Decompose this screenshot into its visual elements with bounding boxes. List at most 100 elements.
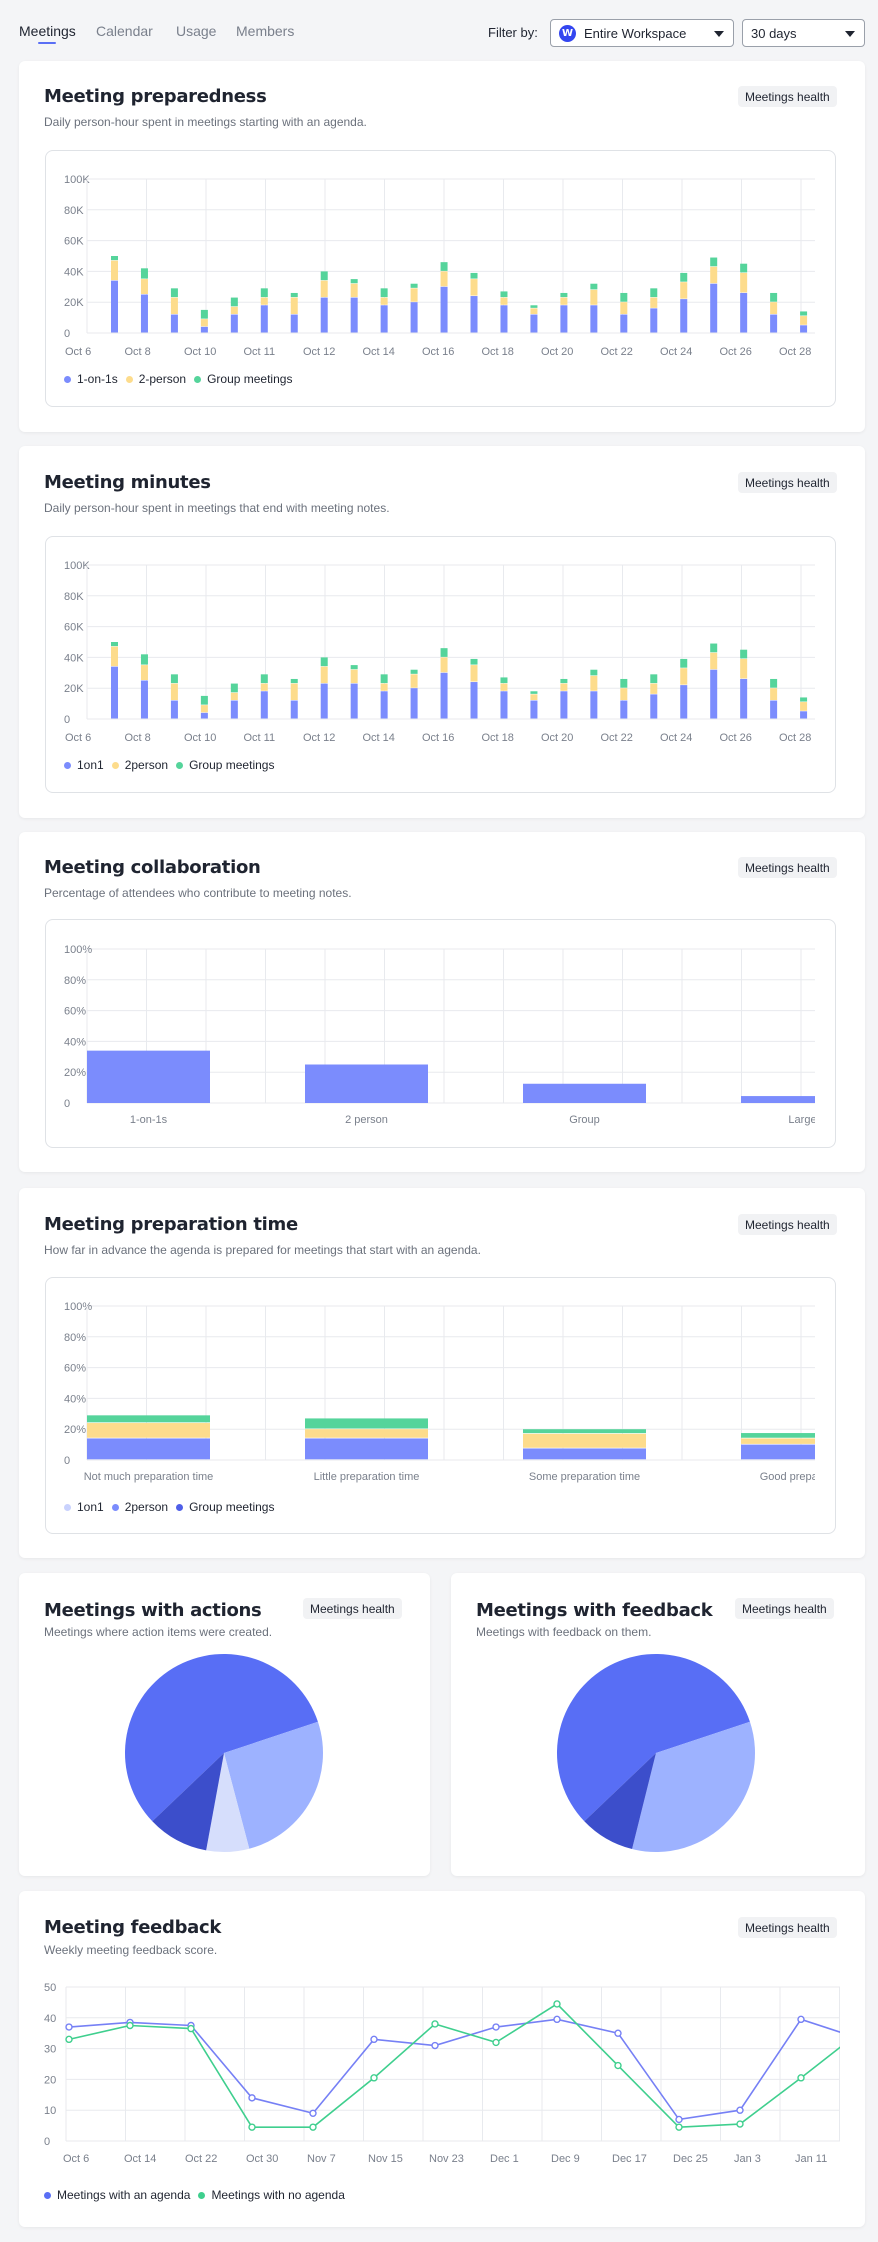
tab-usage[interactable]: Usage [176,23,216,39]
bar-segment [320,280,328,298]
legend-dot [64,761,71,769]
y-tick-label: 20% [64,1067,86,1079]
x-category-label: 1-on-1s [130,1114,168,1126]
legend-item: 2person [111,1500,168,1514]
x-tick-label: Dec 25 [673,2153,708,2165]
meetings-health-badge[interactable]: Meetings health [738,857,837,878]
bar-segment [350,665,358,670]
tab-members[interactable]: Members [236,23,294,39]
legend-label: 1-on-1s [77,372,118,386]
bar-segment [350,683,358,719]
x-tick-label: Oct 26 [720,732,752,744]
y-tick-label: 0 [64,1455,70,1467]
bar-segment [710,266,718,284]
bar-segment [380,683,388,691]
bar-segment [590,669,598,676]
chart-preparedness: 0 20K 40K 60K 80K 100K Oct 6 Oct 8 Oct 10 Oct 11 O… [64,174,815,358]
bar-segment [500,691,508,719]
workspace-icon: W [559,24,576,42]
data-point [309,2123,317,2131]
bar-segment [650,674,658,684]
meetings-health-badge[interactable]: Meetings health [738,1917,837,1938]
legend-item: 2-person [125,372,186,386]
x-tick-label: Oct 30 [246,2153,278,2165]
chart-collaboration: 0 20% 40% 60% 80% 100% 1-on-1s 2 person Group Lar… [64,944,815,1126]
legend-label: 2person [124,758,169,772]
pie-actions [125,1654,323,1852]
data-point [65,2023,73,2031]
workspace-select[interactable]: W Entire Workspace [550,19,734,47]
meetings-health-badge[interactable]: Meetings health [303,1598,402,1619]
y-tick-label: 20K [64,297,84,309]
data-point [248,2094,256,2102]
legend-dot [125,375,133,383]
x-tick-label: Oct 6 [63,2153,89,2165]
bar-segment [87,1438,210,1460]
bar-segment [770,700,778,719]
bar-segment [620,292,628,302]
x-category-label: Little preparation time [314,1471,420,1483]
x-tick-label: Oct 24 [660,732,692,744]
bar-segment [530,314,538,333]
y-tick-label: 60K [64,622,84,634]
legend-label: Group meetings [189,758,275,772]
card-subtitle: Weekly meeting feedback score. [44,1943,218,1957]
bar-segment [350,283,358,298]
x-category-label: 2 person [345,1114,388,1126]
bar-segment [111,280,118,333]
chart-minutes: 0 20K 40K 60K 80K 100K Oct 6 Oct 8 Oct 10 Oct 11 O… [64,560,815,744]
bar-segment [290,678,298,684]
meetings-health-badge[interactable]: Meetings health [735,1598,834,1619]
meetings-health-badge[interactable]: Meetings health [738,472,837,493]
bar-segment [800,697,808,702]
bar-segment [680,282,688,299]
bars: Not much preparation time Little preparat… [84,1415,815,1483]
bar-segment [470,272,478,279]
bar-segment [111,260,118,281]
bar-segment [523,1433,646,1448]
data-point [65,2035,73,2044]
y-tick-label: 40K [64,652,84,664]
legend-minutes: 1on1 2person Group meetings [64,758,282,772]
period-select[interactable]: 30 days [742,19,865,47]
y-tick-label: 60% [64,1363,86,1375]
legend-prep-time: 1on1 2person Group meetings [64,1500,282,1514]
bar-segment [410,669,418,674]
x-tick-label: Oct 12 [303,732,335,744]
y-tick-label: 100K [64,560,90,572]
x-tick-label: Oct 11 [244,732,276,744]
data-point [553,2000,561,2008]
bar-segment [320,683,328,719]
bar-segment [500,297,508,305]
bar-segment [650,694,658,719]
meetings-health-badge[interactable]: Meetings health [738,1214,837,1235]
x-tick-label: Oct 26 [720,346,752,358]
y-tick-label: 20 [44,2074,56,2086]
bar-segment [740,292,748,333]
meetings-health-badge[interactable]: Meetings health [738,86,837,107]
bar-segment [200,326,208,333]
data-point [614,2061,622,2070]
bar-segment [200,309,208,319]
bar-segment [320,297,328,333]
tab-meetings[interactable]: Meetings [19,23,76,39]
legend-label: Meetings with an agenda [57,2188,191,2202]
x-tick-label: Oct 28 [779,346,811,358]
bar-segment [320,657,328,667]
bar-segment [170,700,178,719]
x-tick-label: Oct 22 [601,346,633,358]
bar-segment [470,682,478,719]
bar-segment [440,648,448,657]
data-point [797,2015,805,2024]
data-point [370,2035,378,2044]
y-tick-label: 80K [64,591,84,603]
bar-segment [111,256,118,261]
tab-calendar[interactable]: Calendar [96,23,153,39]
bar-segment [260,297,268,305]
bar-segment [740,272,748,293]
x-tick-label: Oct 10 [184,346,216,358]
chart-prep-time: 0 20% 40% 60% 80% 100% Not much preparation ti… [64,1301,815,1483]
y-tick-label: 80% [64,1332,86,1344]
card-title: Meeting preparation time [44,1214,298,1235]
filter-label: Filter by: [488,25,538,40]
